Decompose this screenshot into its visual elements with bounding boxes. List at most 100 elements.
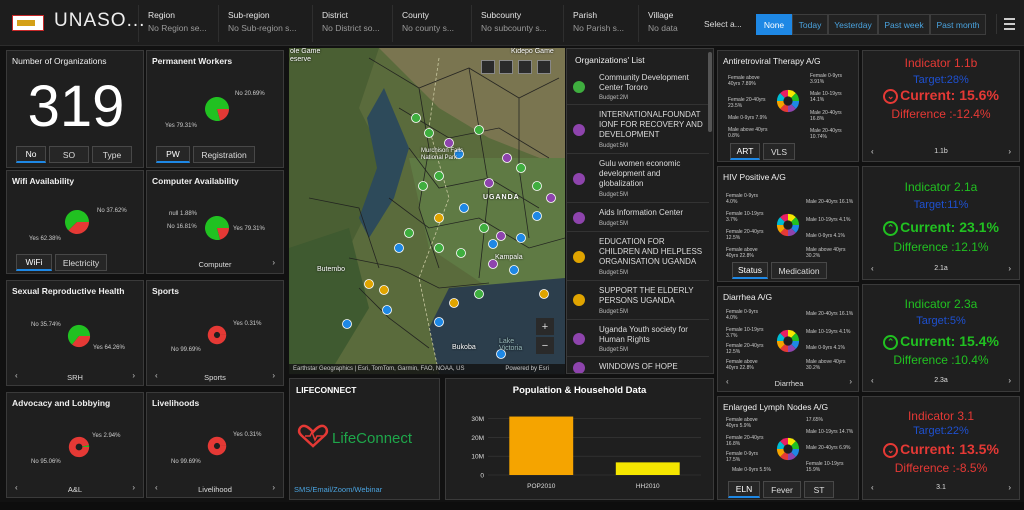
org-map-marker[interactable] (382, 305, 392, 315)
list-item[interactable]: Aids Information Center Budget:5M (567, 204, 709, 232)
powered-by-esri[interactable]: Powered by Esri (505, 366, 549, 372)
kpi-target: Target:5% (916, 315, 966, 327)
filter-subcounty[interactable]: Subcounty No subcounty s... (471, 5, 563, 42)
tab-medication[interactable]: Medication (771, 262, 827, 279)
bar-pop2010[interactable] (509, 416, 574, 475)
time-button-none[interactable]: None (756, 14, 792, 35)
zoom-out-button[interactable]: − (536, 337, 554, 354)
tab-st[interactable]: ST (804, 481, 834, 498)
organizations-map[interactable]: ole Game eserve Kidepo Game Murchison Fa… (289, 48, 565, 374)
filter-county[interactable]: County No county s... (392, 5, 470, 42)
tab-registration[interactable]: Registration (193, 146, 255, 163)
list-item[interactable]: Community Development Center Tororo Budg… (567, 69, 709, 105)
org-map-marker[interactable] (342, 319, 352, 329)
org-map-marker[interactable] (479, 223, 489, 233)
next-arrow-icon[interactable]: › (132, 371, 135, 380)
diarrhea-label-l3: Female above 40yrs 22.8% (726, 359, 758, 371)
tab-status[interactable]: Status (732, 262, 768, 279)
org-map-marker[interactable] (364, 279, 374, 289)
list-item[interactable]: SUPPORT THE ELDERLY PERSONS UGANDA Budge… (567, 282, 709, 320)
time-button-past-week[interactable]: Past week (878, 14, 930, 35)
org-map-marker[interactable] (474, 125, 484, 135)
org-list-scrollbar[interactable] (708, 52, 712, 132)
list-item[interactable]: INTERNATIONALFOUNDAT IONF FOR RECOVERY A… (567, 106, 709, 154)
next-arrow-icon[interactable]: › (1008, 483, 1011, 492)
org-map-marker[interactable] (516, 163, 526, 173)
diarrhea-label-r1: Male 10-19yrs 4.1% (806, 329, 851, 335)
list-item[interactable]: Gulu women economic development and glob… (567, 155, 709, 203)
time-button-today[interactable]: Today (792, 14, 828, 35)
next-arrow-icon[interactable]: › (272, 483, 275, 492)
org-map-marker[interactable] (449, 298, 459, 308)
tab-pw[interactable]: PW (156, 146, 190, 163)
x-tick-label: POP2010 (527, 483, 556, 490)
org-map-marker[interactable] (488, 239, 498, 249)
org-map-marker[interactable] (404, 228, 414, 238)
next-arrow-icon[interactable]: › (272, 258, 275, 267)
org-map-marker[interactable] (456, 248, 466, 258)
org-map-marker[interactable] (434, 213, 444, 223)
pie-center (213, 331, 221, 339)
next-arrow-icon[interactable]: › (849, 377, 852, 386)
list-item[interactable]: Uganda Youth society for Human Rights Bu… (567, 321, 709, 357)
org-map-marker[interactable] (424, 128, 434, 138)
tab-art[interactable]: ART (730, 143, 760, 160)
next-arrow-icon[interactable]: › (1008, 147, 1011, 156)
tab-so[interactable]: SO (49, 146, 89, 163)
time-button-yesterday[interactable]: Yesterday (828, 14, 878, 35)
lifeconnect-channels[interactable]: SMS/Email/Zoom/Webinar (294, 485, 382, 494)
next-arrow-icon[interactable]: › (1008, 264, 1011, 273)
tab-wifi[interactable]: WiFi (16, 254, 52, 271)
org-map-marker[interactable] (496, 231, 506, 241)
list-item[interactable]: EDUCATION FOR CHILDREN AND HELPLESS ORGA… (567, 233, 709, 281)
tab-fever[interactable]: Fever (763, 481, 801, 498)
org-map-marker[interactable] (418, 181, 428, 191)
zoom-in-button[interactable]: + (536, 318, 554, 335)
next-arrow-icon[interactable]: › (272, 371, 275, 380)
filter-subregion[interactable]: Sub-region No Sub-region s... (218, 5, 310, 42)
org-map-marker[interactable] (434, 317, 444, 327)
org-map-marker[interactable] (379, 285, 389, 295)
permanent-workers-panel: Permanent Workers No 20.69% Yes 79.31% P… (146, 50, 284, 168)
org-map-marker[interactable] (474, 289, 484, 299)
org-map-marker[interactable] (411, 113, 421, 123)
tab-eln[interactable]: ELN (728, 481, 760, 498)
org-map-marker[interactable] (516, 233, 526, 243)
org-map-marker[interactable] (502, 153, 512, 163)
panel-title: HIV Positive A/G (723, 172, 786, 182)
next-arrow-icon[interactable]: › (132, 483, 135, 492)
kpi-current-value: Current: 15.4% (900, 333, 999, 349)
home-icon[interactable] (481, 60, 495, 74)
list-icon[interactable] (499, 60, 513, 74)
pw-yes-label: Yes 79.31% (165, 123, 197, 129)
filter-district[interactable]: District No District so... (312, 5, 392, 42)
list-item[interactable]: WINDOWS OF HOPE CHILDREN HOPE (567, 358, 709, 373)
org-map-marker[interactable] (539, 289, 549, 299)
tab-type[interactable]: Type (92, 146, 132, 163)
time-button-past-month[interactable]: Past month (930, 14, 986, 35)
layers-icon[interactable] (518, 60, 532, 74)
tab-no[interactable]: No (16, 146, 46, 163)
filter-region[interactable]: Region No Region se... (138, 5, 216, 42)
filter-parish[interactable]: Parish No Parish s... (563, 5, 637, 42)
org-budget: Budget:5M (599, 143, 629, 149)
wifi-no-label: No 37.62% (97, 208, 127, 214)
org-map-marker[interactable] (394, 243, 404, 253)
org-map-marker[interactable] (444, 138, 454, 148)
tab-electricity[interactable]: Electricity (55, 254, 107, 271)
pager-label: Diarrhea (774, 379, 804, 388)
org-map-marker[interactable] (546, 193, 556, 203)
org-map-marker[interactable] (509, 265, 519, 275)
org-map-marker[interactable] (459, 203, 469, 213)
hamburger-menu-icon[interactable] (996, 14, 1018, 34)
next-arrow-icon[interactable]: › (1008, 376, 1011, 385)
basemap-gallery-icon[interactable] (537, 60, 551, 74)
org-map-marker[interactable] (484, 178, 494, 188)
org-map-marker[interactable] (434, 243, 444, 253)
org-map-marker[interactable] (532, 181, 542, 191)
tab-vls[interactable]: VLS (763, 143, 795, 160)
org-map-marker[interactable] (434, 171, 444, 181)
org-map-marker[interactable] (532, 211, 542, 221)
bar-hh2010[interactable] (615, 462, 680, 475)
filter-village[interactable]: Village No data (638, 5, 698, 42)
